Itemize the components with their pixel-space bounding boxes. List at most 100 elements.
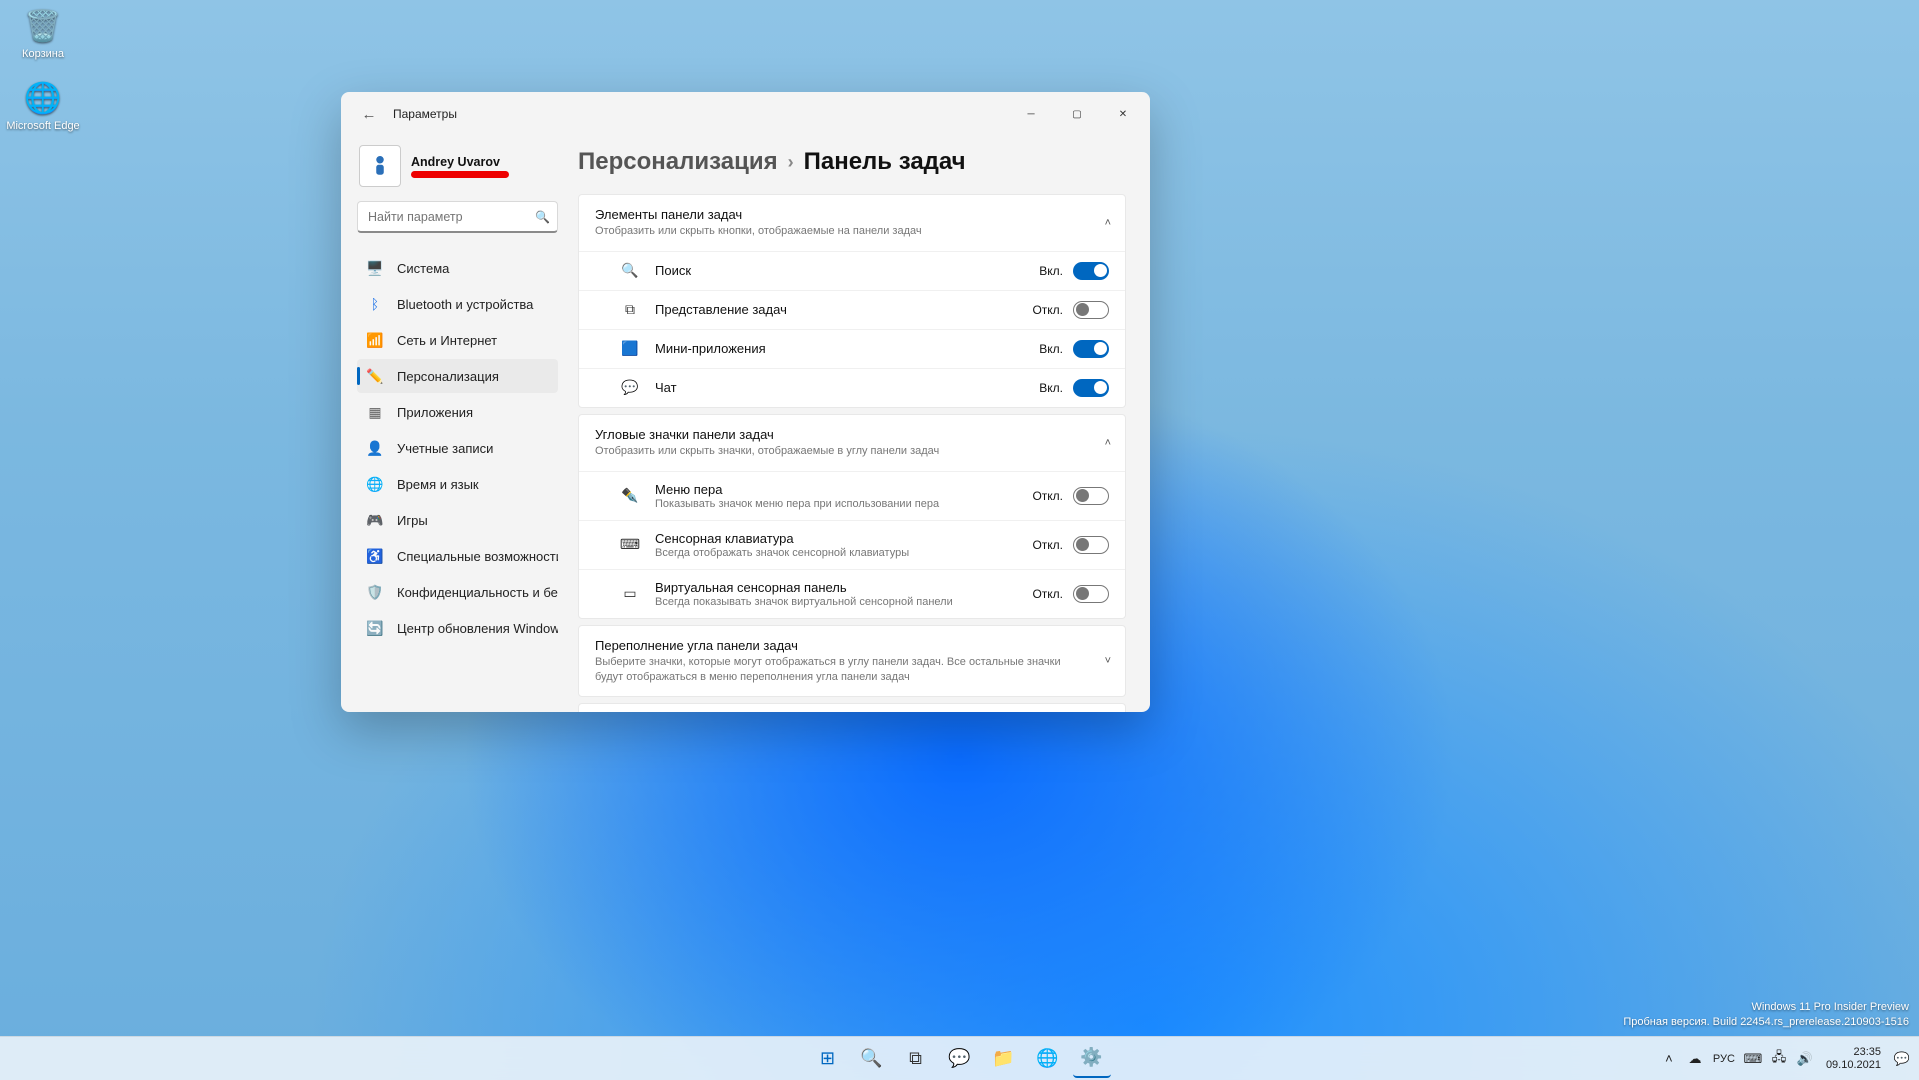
- toggle-switch[interactable]: [1073, 262, 1109, 280]
- nav-label: Специальные возможности: [397, 549, 558, 564]
- start-icon: ⊞: [820, 1048, 835, 1069]
- sidebar-item-0[interactable]: 🖥️Система: [357, 251, 558, 285]
- collapsed-group-1: Поведение панели задач Выравнивание пане…: [578, 703, 1126, 712]
- toggle-switch[interactable]: [1073, 301, 1109, 319]
- nav-label: Игры: [397, 513, 428, 528]
- clock-date: 09.10.2021: [1826, 1059, 1881, 1072]
- sidebar-item-2[interactable]: 📶 Сеть и Интернет: [357, 323, 558, 357]
- group-1: Угловые значки панели задач Отобразить и…: [578, 414, 1126, 619]
- taskbar-edge-button[interactable]: 🌐: [1029, 1040, 1067, 1078]
- avatar: [359, 145, 401, 187]
- setting-row: ✒️ Меню пера Показывать значок меню пера…: [579, 471, 1125, 520]
- sidebar-item-9[interactable]: 🛡️Конфиденциальность и безопасность: [357, 575, 558, 609]
- taskbar-taskview-button[interactable]: ⧉: [897, 1040, 935, 1078]
- notifications-icon[interactable]: 💬: [1891, 1051, 1913, 1067]
- tray-lang[interactable]: РУС: [1710, 1053, 1738, 1065]
- back-button[interactable]: ←: [355, 100, 383, 128]
- nav-label: Центр обновления Windows: [397, 621, 558, 636]
- taskbar-settings-button[interactable]: ⚙️: [1073, 1040, 1111, 1078]
- titlebar[interactable]: ← Параметры ─ ▢ ✕: [341, 92, 1150, 136]
- sidebar-item-1[interactable]: ᛒBluetooth и устройства: [357, 287, 558, 321]
- group-subtitle: Отобразить или скрыть значки, отображаем…: [595, 444, 1083, 459]
- sidebar: Andrey Uvarov 🔍 🖥️СистемаᛒBluetooth и ус…: [341, 136, 574, 712]
- group-subtitle: Отобразить или скрыть кнопки, отображаем…: [595, 224, 1083, 239]
- nav-icon: 🌐: [367, 476, 383, 492]
- setting-icon: ⧉: [619, 301, 641, 318]
- group-title: Угловые значки панели задач: [595, 427, 1083, 442]
- tray-onedrive-icon[interactable]: ☁: [1684, 1051, 1706, 1067]
- tray-volume-icon[interactable]: 🔊: [1794, 1051, 1816, 1067]
- taskbar-search-button[interactable]: 🔍: [853, 1040, 891, 1078]
- crumb-parent[interactable]: Персонализация: [578, 148, 778, 176]
- setting-row: ▭ Виртуальная сенсорная панель Всегда по…: [579, 569, 1125, 618]
- sidebar-item-10[interactable]: 🔄Центр обновления Windows: [357, 611, 558, 645]
- maximize-button[interactable]: ▢: [1054, 98, 1100, 130]
- redacted-email: [411, 171, 509, 178]
- nav-label: Сеть и Интернет: [397, 333, 497, 348]
- nav-label: Система: [397, 261, 449, 276]
- setting-icon: 💬: [619, 379, 641, 396]
- toggle-switch[interactable]: [1073, 379, 1109, 397]
- sidebar-item-4[interactable]: ▦Приложения: [357, 395, 558, 429]
- toggle-switch[interactable]: [1073, 536, 1109, 554]
- toggle-switch[interactable]: [1073, 340, 1109, 358]
- chevron-down-icon: ˅: [1105, 655, 1111, 667]
- chevron-right-icon: ›: [788, 152, 794, 173]
- nav-icon: 📶: [367, 332, 383, 348]
- toggle-state-label: Откл.: [1032, 489, 1063, 503]
- nav-icon: ᛒ: [367, 296, 383, 312]
- desktop-icon-edge[interactable]: 🌐 Microsoft Edge: [6, 78, 80, 132]
- main[interactable]: Персонализация › Панель задач Элементы п…: [574, 136, 1150, 712]
- desktop-icon-recycle-bin[interactable]: 🗑️ Корзина: [6, 6, 80, 60]
- setting-subtitle: Всегда отображать значок сенсорной клави…: [655, 547, 1032, 559]
- setting-title: Виртуальная сенсорная панель: [655, 580, 1032, 595]
- collapsed-group-0: Переполнение угла панели задач Выберите …: [578, 625, 1126, 698]
- minimize-button[interactable]: ─: [1008, 98, 1054, 130]
- sidebar-item-5[interactable]: 👤Учетные записи: [357, 431, 558, 465]
- tray-network-icon[interactable]: 🖧: [1768, 1048, 1790, 1070]
- nav-icon: 🛡️: [367, 584, 383, 600]
- group-title: Переполнение угла панели задач: [595, 638, 1083, 653]
- nav-icon: ▦: [367, 404, 383, 420]
- user-name: Andrey Uvarov: [411, 155, 509, 169]
- sidebar-item-6[interactable]: 🌐 Время и язык: [357, 467, 558, 501]
- sidebar-item-8[interactable]: ♿Специальные возможности: [357, 539, 558, 573]
- group-header[interactable]: Угловые значки панели задач Отобразить и…: [579, 415, 1125, 471]
- watermark: Windows 11 Pro Insider Preview Пробная в…: [1623, 1000, 1909, 1030]
- setting-row: ⧉ Представление задач Откл.: [579, 290, 1125, 329]
- chevron-up-icon: ˄: [1105, 217, 1111, 229]
- chevron-up-icon: ˄: [1105, 437, 1111, 449]
- sidebar-item-7[interactable]: 🎮Игры: [357, 503, 558, 537]
- nav-label: Время и язык: [397, 477, 479, 492]
- toggle-state-label: Откл.: [1032, 538, 1063, 552]
- tray-keyboard-icon[interactable]: ⌨: [1742, 1051, 1764, 1067]
- taskbar-explorer-button[interactable]: 📁: [985, 1040, 1023, 1078]
- setting-icon: 🔍: [619, 262, 641, 279]
- group-header[interactable]: Поведение панели задач Выравнивание пане…: [579, 704, 1125, 712]
- toggle-state-label: Вкл.: [1039, 264, 1063, 278]
- group-header[interactable]: Элементы панели задач Отобразить или скр…: [579, 195, 1125, 251]
- setting-icon: ⌨: [619, 536, 641, 553]
- close-button[interactable]: ✕: [1100, 98, 1146, 130]
- taskbar-start-button[interactable]: ⊞: [809, 1040, 847, 1078]
- clock-time: 23:35: [1826, 1046, 1881, 1059]
- toggle-switch[interactable]: [1073, 487, 1109, 505]
- user-row[interactable]: Andrey Uvarov: [357, 141, 558, 201]
- search-box[interactable]: 🔍: [357, 201, 558, 233]
- sidebar-item-3[interactable]: ✏️Персонализация: [357, 359, 558, 393]
- setting-title: Поиск: [655, 263, 1039, 278]
- setting-title: Чат: [655, 380, 1039, 395]
- setting-row: 🔍 Поиск Вкл.: [579, 251, 1125, 290]
- taskbar-chat-button[interactable]: 💬: [941, 1040, 979, 1078]
- toggle-state-label: Вкл.: [1039, 381, 1063, 395]
- desktop[interactable]: 🗑️ Корзина 🌐 Microsoft Edge ← Параметры …: [0, 0, 1919, 1080]
- tray-chevron-up-icon[interactable]: ˄: [1658, 1051, 1680, 1066]
- setting-icon: ✒️: [619, 487, 641, 504]
- group-header[interactable]: Переполнение угла панели задач Выберите …: [579, 626, 1125, 697]
- search-input[interactable]: [357, 201, 558, 233]
- clock[interactable]: 23:3509.10.2021: [1820, 1046, 1887, 1071]
- setting-title: Сенсорная клавиатура: [655, 531, 1032, 546]
- setting-subtitle: Всегда показывать значок виртуальной сен…: [655, 596, 1032, 608]
- toggle-state-label: Откл.: [1032, 303, 1063, 317]
- toggle-switch[interactable]: [1073, 585, 1109, 603]
